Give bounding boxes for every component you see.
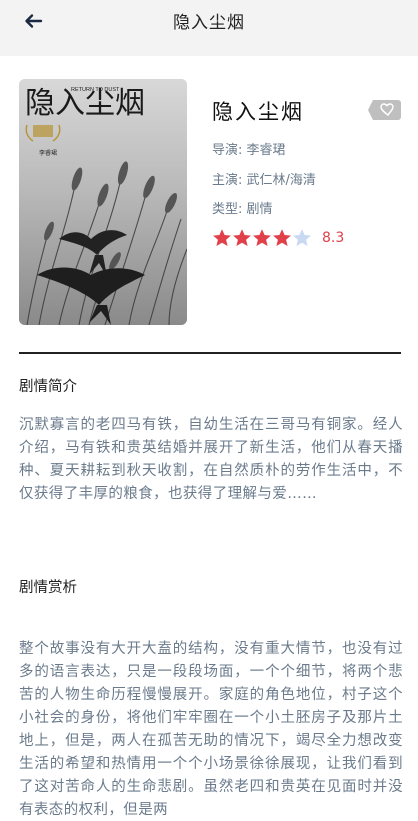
movie-title: 隐入尘烟 [212,100,304,124]
analysis-heading: 剧情赏析 [19,580,77,596]
poster-title-en: RETURN TO DUST [71,87,120,93]
poster-director-tag: 李睿珺 [39,149,57,157]
heart-icon [368,100,401,120]
synopsis-text: 沉默寡言的老四马有铁，自幼生活在三哥马有铜家。经人介绍，马有铁和贵英结婚并展开了… [19,417,403,502]
star-icon [252,228,272,248]
section-divider [19,352,401,354]
movie-director: 导演: 李睿珺 [212,143,286,158]
star-icon [272,228,292,248]
top-bar: 隐入尘烟 [0,0,418,56]
page-title: 隐入尘烟 [173,13,245,33]
favorite-button[interactable] [368,97,401,123]
analysis-text: 整个故事没有大开大盍的结构，没有重大情节，也没有过多的语言表达，只是一段段场面，… [19,641,403,818]
rating-stars: 8.3 [212,227,344,249]
movie-poster[interactable]: 隐入尘烟 RETURN TO DUST 李睿珺 [19,79,187,325]
movie-genre: 类型: 剧情 [212,202,273,217]
rating-score: 8.3 [322,230,345,246]
movie-cast: 主演: 武仁林/海清 [212,173,316,188]
star-icon [212,228,232,248]
star-icon [232,228,252,248]
star-icon [292,228,312,248]
synopsis-heading: 剧情简介 [19,379,77,395]
